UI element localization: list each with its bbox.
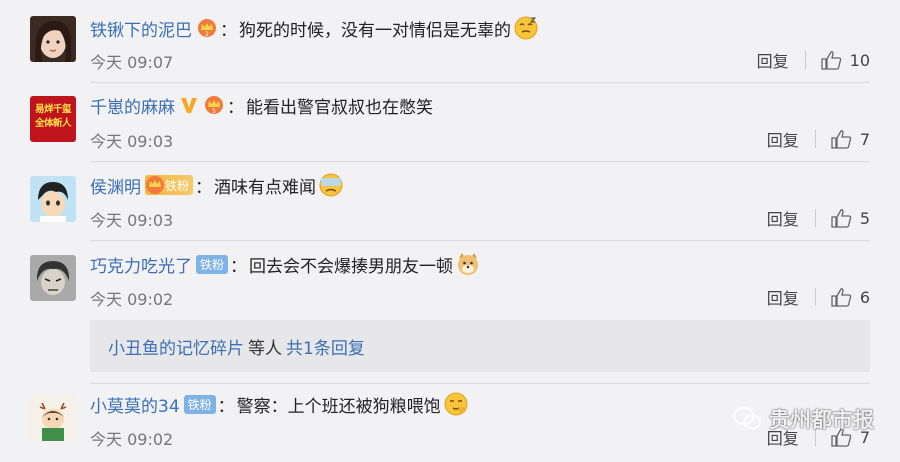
emoji-icon (513, 15, 539, 41)
username[interactable]: 千崽的麻麻 (90, 93, 175, 118)
sub-reply-count-link[interactable]: 共1条回复 (286, 334, 365, 359)
avatar[interactable]: 易烊千玺 全体新人 (30, 96, 76, 142)
divider (90, 383, 870, 384)
like-count: 7 (859, 129, 870, 149)
v-verified-icon (179, 95, 199, 115)
thumbs-up-icon[interactable] (830, 208, 852, 228)
sub-reply-username[interactable]: 小丑鱼的记忆碎片 (108, 334, 244, 359)
watermark: 贵州都市报 (733, 404, 874, 434)
svg-text:2: 2 (205, 31, 209, 38)
avatar[interactable] (30, 16, 76, 62)
username[interactable]: 侯渊明 (90, 173, 141, 198)
comment-line: 侯渊明 铁粉 ： 酒味有点难闻 (90, 171, 344, 199)
comment-time: 今天 09:07 (90, 53, 174, 72)
emoji-icon (455, 251, 481, 277)
comment-actions: 回复 6 (767, 285, 870, 309)
username[interactable]: 铁锹下的泥巴 (90, 16, 192, 41)
comment-time: 今天 09:03 (90, 132, 174, 151)
comment-text: 狗死的时候，没有一对情侣是无辜的 (239, 20, 511, 41)
reply-button[interactable]: 回复 (767, 206, 799, 230)
avatar[interactable] (30, 255, 76, 301)
reply-button[interactable]: 回复 (767, 127, 799, 151)
colon: ： (217, 396, 235, 417)
username[interactable]: 巧克力吃光了 (90, 252, 192, 277)
svg-text:5: 5 (212, 108, 216, 115)
thumbs-up-icon[interactable] (830, 129, 852, 149)
divider (814, 209, 816, 227)
wechat-icon (733, 406, 763, 432)
emoji-icon (443, 391, 469, 417)
crown-icon: 5 (203, 95, 225, 115)
divider (90, 82, 870, 83)
username[interactable]: 小莫莫的34 (90, 392, 180, 417)
fan-badge: 铁粉 (183, 394, 216, 414)
avatar-text: 易烊千玺 全体新人 (34, 104, 72, 129)
comment-actions: 回复 10 (757, 48, 870, 72)
comment-time: 今天 09:02 (90, 290, 174, 309)
reply-button[interactable]: 回复 (767, 285, 799, 309)
colon: ： (220, 20, 237, 41)
comment-time: 今天 09:03 (90, 211, 174, 230)
comment-actions: 回复 5 (767, 206, 870, 230)
avatar[interactable] (30, 395, 76, 441)
comment-text: 能看出警官叔叔也在憋笑 (246, 97, 433, 118)
like-count: 5 (859, 208, 870, 228)
avatar[interactable] (30, 176, 76, 222)
emoji-icon (318, 172, 344, 198)
colon: ： (195, 177, 213, 198)
comment-text: 酒味有点难闻 (214, 177, 317, 198)
comment-line: 铁锹下的泥巴 2 ： 狗死的时候，没有一对情侣是无辜的 (90, 14, 539, 42)
crown-icon: 2 (196, 18, 218, 38)
comment-time: 今天 09:02 (90, 430, 174, 449)
like-count: 10 (849, 50, 870, 70)
colon: ： (227, 97, 244, 118)
divider (814, 288, 816, 306)
reply-button[interactable]: 回复 (757, 48, 789, 72)
like-count: 6 (859, 287, 870, 307)
sub-reply-others: 等人 (248, 338, 282, 359)
divider (90, 161, 870, 162)
comment-line: 小莫莫的34 铁粉 ： 警察：上个班还被狗粮喂饱 (90, 390, 469, 418)
comment-text: 警察：上个班还被狗粮喂饱 (236, 396, 441, 417)
fan-badge: 铁粉 (196, 254, 229, 274)
comment-line: 巧克力吃光了 铁粉 ： 回去会不会爆揍男朋友一顿 (90, 250, 481, 278)
thumbs-up-icon[interactable] (830, 287, 852, 307)
thumbs-up-icon[interactable] (820, 50, 842, 70)
comment-text: 回去会不会爆揍男朋友一顿 (249, 256, 454, 277)
divider (90, 240, 870, 241)
crown-icon: 铁粉 (145, 175, 194, 195)
colon: ： (230, 256, 248, 277)
fan-badge-label: 铁粉 (165, 178, 190, 193)
sub-replies-box[interactable]: 小丑鱼的记忆碎片 等人 共1条回复 (90, 320, 870, 372)
divider (804, 51, 806, 69)
comment-line: 千崽的麻麻 5 ： 能看出警官叔叔也在憋笑 (90, 91, 433, 119)
divider (814, 130, 816, 148)
watermark-text: 贵州都市报 (769, 408, 874, 432)
comment-actions: 回复 7 (767, 127, 870, 151)
